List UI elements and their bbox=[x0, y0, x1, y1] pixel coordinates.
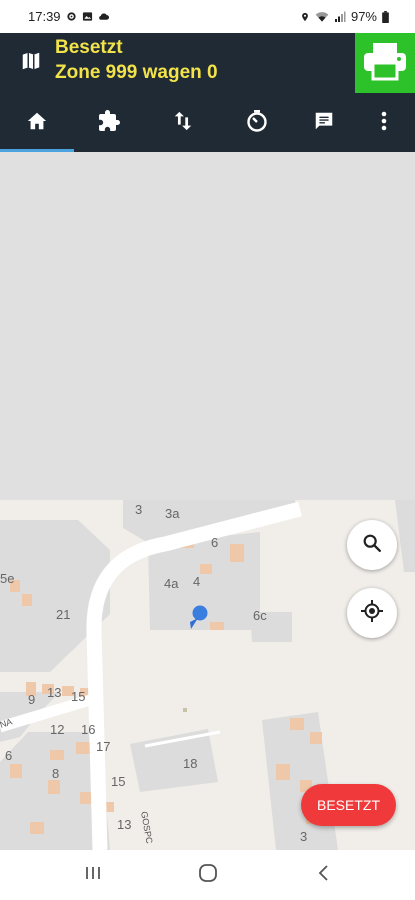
building bbox=[48, 780, 60, 794]
printer-icon bbox=[362, 41, 408, 86]
more-vert-icon bbox=[381, 111, 387, 136]
recent-apps-icon bbox=[84, 865, 102, 886]
building bbox=[10, 764, 22, 778]
tab-home[interactable] bbox=[2, 95, 72, 152]
building bbox=[290, 718, 304, 730]
cloud-status-icon bbox=[98, 11, 110, 22]
location-status-icon bbox=[300, 11, 310, 23]
house-number: 3a bbox=[165, 506, 180, 521]
wifi-status-icon bbox=[315, 11, 329, 23]
back-button[interactable] bbox=[304, 862, 344, 888]
status-title: Besetzt bbox=[55, 37, 123, 58]
battery-percent: 97% bbox=[350, 9, 377, 24]
house-number: 4 bbox=[193, 574, 200, 589]
building bbox=[276, 764, 290, 780]
puzzle-icon bbox=[97, 109, 121, 138]
house-number: 15 bbox=[71, 689, 85, 704]
house-number: 6 bbox=[5, 748, 12, 763]
tab-extensions[interactable] bbox=[74, 95, 144, 152]
tab-transfer[interactable] bbox=[148, 95, 218, 152]
battery-icon bbox=[382, 10, 389, 23]
search-icon bbox=[361, 532, 383, 559]
tab-bar bbox=[0, 95, 415, 152]
building bbox=[230, 544, 244, 562]
image-status-icon bbox=[82, 11, 93, 22]
house-number: 6 bbox=[211, 535, 218, 550]
house-number: 4a bbox=[164, 576, 179, 591]
house-number: 13 bbox=[117, 817, 131, 832]
status-bar: 17:39 97% bbox=[0, 0, 415, 33]
map-view[interactable]: GOSPC NA 3 3a 6 4a 4 6c 5e 21 9 13 15 12… bbox=[0, 152, 415, 850]
home-circle-icon bbox=[198, 863, 218, 888]
house-number: 9 bbox=[28, 692, 35, 707]
house-number: 3 bbox=[135, 502, 142, 517]
besetzt-button[interactable]: BESETZT bbox=[301, 784, 396, 826]
recent-apps-button[interactable] bbox=[73, 862, 113, 888]
house-number: 15 bbox=[111, 774, 125, 789]
building bbox=[183, 708, 187, 712]
building bbox=[310, 732, 322, 744]
print-button[interactable] bbox=[355, 33, 415, 93]
system-nav-bar bbox=[0, 850, 415, 900]
house-number: 18 bbox=[183, 756, 197, 771]
house-number: 8 bbox=[52, 766, 59, 781]
house-number: 13 bbox=[47, 685, 61, 700]
house-number: 21 bbox=[56, 607, 70, 622]
map-icon[interactable] bbox=[20, 50, 42, 72]
building bbox=[30, 822, 44, 834]
zone-title: Zone 999 wagen 0 bbox=[55, 62, 218, 83]
map-canvas[interactable]: GOSPC NA 3 3a 6 4a 4 6c 5e 21 9 13 15 12… bbox=[0, 152, 415, 850]
house-number: 17 bbox=[96, 739, 110, 754]
settings-status-icon bbox=[66, 11, 77, 22]
message-icon bbox=[313, 110, 335, 137]
my-location-icon bbox=[360, 599, 384, 628]
home-icon bbox=[26, 110, 48, 137]
map-search-button[interactable] bbox=[347, 520, 397, 570]
house-number: 5e bbox=[0, 571, 14, 586]
building bbox=[50, 750, 64, 760]
signal-status-icon bbox=[334, 11, 346, 23]
map-unloaded-area bbox=[0, 152, 415, 500]
swap-vertical-icon bbox=[173, 110, 193, 137]
building bbox=[210, 622, 224, 630]
building bbox=[22, 594, 32, 606]
chevron-left-icon bbox=[317, 864, 331, 887]
status-time: 17:39 bbox=[28, 9, 61, 24]
house-number: 3 bbox=[300, 829, 307, 844]
timer-icon bbox=[245, 109, 269, 138]
building bbox=[200, 564, 212, 574]
tab-timer[interactable] bbox=[222, 95, 292, 152]
house-number: 6c bbox=[253, 608, 267, 623]
house-number: 16 bbox=[81, 722, 95, 737]
home-system-button[interactable] bbox=[188, 862, 228, 888]
house-number: 12 bbox=[50, 722, 64, 737]
my-location-button[interactable] bbox=[347, 588, 397, 638]
tab-more[interactable] bbox=[349, 95, 415, 152]
